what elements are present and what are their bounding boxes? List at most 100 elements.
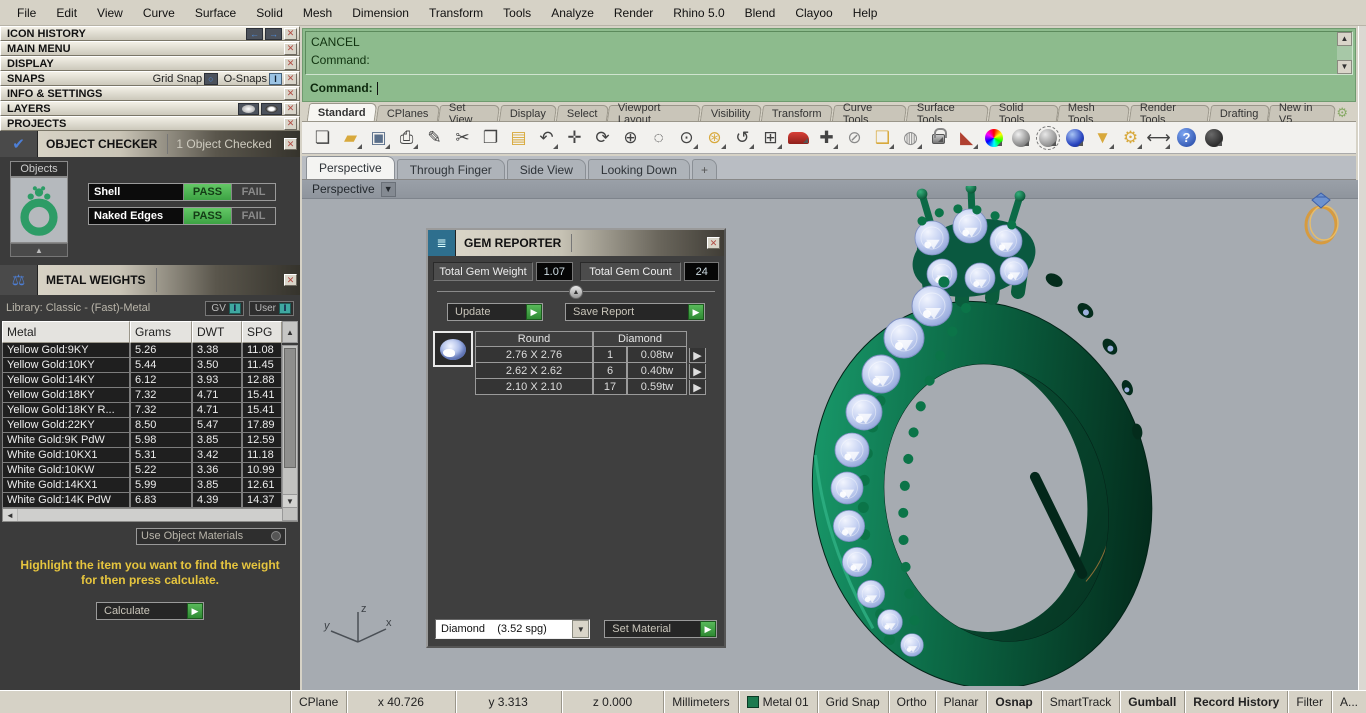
osnap-toggle[interactable]: Osnap	[986, 691, 1040, 713]
viewport-tab-looking-down[interactable]: Looking Down	[587, 159, 690, 179]
menu-transform[interactable]: Transform	[420, 3, 492, 23]
circle-tool-icon[interactable]: ⊘	[842, 125, 867, 150]
scroll-up-icon[interactable]: ▲	[282, 321, 298, 343]
panel-icon-history[interactable]: ICON HISTORY ← → ✕	[0, 26, 300, 41]
toolbar-tab-curve-tools[interactable]: Curve Tools	[831, 102, 907, 126]
menu-tools[interactable]: Tools	[494, 3, 540, 23]
perspective-viewport[interactable]: Perspective ▼ z x y ≣ GEM REPORTER ✕ Tot…	[302, 180, 1358, 690]
toolbar-tab-surface-tools[interactable]: Surface Tools	[905, 102, 989, 126]
scrollbar-thumb[interactable]	[284, 348, 296, 468]
menu-analyze[interactable]: Analyze	[542, 3, 603, 23]
toolbar-tab-new-in-v5[interactable]: New in V5	[1268, 102, 1337, 126]
cut-icon[interactable]: ✂	[450, 125, 475, 150]
table-row[interactable]: Yellow Gold:18KY R... 7.32 4.71 15.41	[2, 403, 298, 418]
close-icon[interactable]: ✕	[284, 102, 297, 115]
object-checker-header[interactable]: ✔ OBJECT CHECKER 1 Object Checked ✕	[0, 131, 300, 157]
command-prompt[interactable]: Command:	[305, 78, 1353, 98]
scroll-up-icon[interactable]: ▲	[1337, 32, 1352, 46]
help-icon[interactable]: ?	[1177, 128, 1196, 147]
copy-icon[interactable]: ❐	[478, 125, 503, 150]
scroll-left-icon[interactable]: ◄	[3, 509, 17, 521]
new-file-icon[interactable]: ❏	[310, 125, 335, 150]
command-scrollbar[interactable]: ▲ ▼	[1337, 32, 1352, 74]
collapse-arrow-icon[interactable]: ▲	[569, 285, 583, 299]
toolbar-tab-viewport-layout[interactable]: Viewport Layout	[607, 102, 702, 126]
toolbar-tab-solid-tools[interactable]: Solid Tools	[987, 102, 1059, 126]
toolbar-tab-mesh-tools[interactable]: Mesh Tools	[1056, 102, 1130, 126]
toolbar-tab-transform[interactable]: Transform	[760, 105, 833, 121]
open-file-icon[interactable]: ▰	[338, 125, 363, 150]
viewport-menu-arrow-icon[interactable]: ▼	[380, 181, 396, 197]
dimension-icon[interactable]: ⟷	[1146, 125, 1171, 150]
print-icon[interactable]: ⎙	[394, 125, 419, 150]
gem-row[interactable]: 2.62 X 2.62 6 0.40tw ▶	[475, 363, 719, 379]
render-car-icon[interactable]	[788, 131, 809, 144]
lock-icon[interactable]	[932, 128, 947, 144]
zoom-in-icon[interactable]: ⊕	[618, 125, 643, 150]
shaded-sphere-icon[interactable]	[1012, 128, 1030, 147]
use-object-materials-button[interactable]: Use Object Materials	[136, 527, 286, 545]
table-row[interactable]: White Gold:14K PdW 6.83 4.39 14.37	[2, 493, 298, 508]
render-sphere-icon[interactable]	[1205, 128, 1223, 147]
save-icon[interactable]: ▣	[366, 125, 391, 150]
grid-snap-toggle[interactable]: Grid Snap	[816, 691, 888, 713]
ortho-toggle[interactable]: Ortho	[887, 691, 935, 713]
gem-row[interactable]: 2.10 X 2.10 17 0.59tw ▶	[475, 379, 719, 395]
cplane-button[interactable]: CPlane	[289, 691, 346, 713]
toolbar-tab-visibility[interactable]: Visibility	[700, 105, 763, 121]
availability-button[interactable]: A...	[1330, 691, 1366, 713]
table-row[interactable]: Yellow Gold:14KY 6.12 3.93 12.88	[2, 373, 298, 388]
select-gems-arrow-icon[interactable]: ▶	[689, 380, 706, 395]
calculate-button[interactable]: Calculate ▶	[96, 602, 204, 620]
close-icon[interactable]: ✕	[284, 72, 297, 85]
toolbar-tab-display[interactable]: Display	[498, 105, 558, 121]
scroll-down-icon[interactable]: ▼	[1337, 60, 1352, 74]
close-icon[interactable]: ✕	[284, 42, 297, 55]
menu-help[interactable]: Help	[844, 3, 887, 23]
history-back-icon[interactable]: ←	[246, 27, 263, 40]
close-icon[interactable]: ✕	[284, 57, 297, 70]
horizontal-scrollbar[interactable]: ◄ ►	[2, 508, 298, 522]
properties-icon[interactable]: ✎	[422, 125, 447, 150]
window-right-scrollbar[interactable]	[1358, 26, 1366, 690]
close-icon[interactable]: ✕	[284, 138, 297, 150]
objects-tab[interactable]: Objects	[10, 161, 68, 177]
units-label[interactable]: Millimeters	[663, 691, 737, 713]
menu-edit[interactable]: Edit	[47, 3, 86, 23]
gem-row[interactable]: 2.76 X 2.76 1 0.08tw ▶	[475, 347, 719, 363]
lightbulb-icon[interactable]: ◍	[898, 125, 923, 150]
zoom-window-icon[interactable]: ◌	[646, 125, 671, 150]
scrollbar-track[interactable]	[18, 509, 282, 521]
gem-reporter-titlebar[interactable]: ≣ GEM REPORTER ✕	[428, 230, 724, 256]
settings-gears-icon[interactable]: ⚙	[1118, 125, 1143, 150]
add-viewport-tab-icon[interactable]: +	[691, 159, 717, 179]
update-button[interactable]: Update ▶	[447, 303, 543, 321]
smarttrack-toggle[interactable]: SmartTrack	[1040, 691, 1120, 713]
control-points-icon[interactable]: ❑	[870, 125, 895, 150]
rendered-sphere-icon[interactable]	[1066, 128, 1084, 147]
panel-main-menu[interactable]: MAIN MENU ✕	[0, 41, 300, 56]
color-wheel-icon[interactable]	[985, 128, 1003, 147]
gumball-toggle[interactable]: Gumball	[1119, 691, 1184, 713]
close-icon[interactable]: ✕	[284, 87, 297, 100]
panel-projects[interactable]: PROJECTS ✕	[0, 116, 300, 131]
table-row[interactable]: Yellow Gold:22KY 8.50 5.47 17.89	[2, 418, 298, 433]
viewport-tab-side-view[interactable]: Side View	[506, 159, 586, 179]
menu-rhino50[interactable]: Rhino 5.0	[664, 3, 733, 23]
menu-dimension[interactable]: Dimension	[343, 3, 418, 23]
table-row[interactable]: Yellow Gold:9KY 5.26 3.38 11.08	[2, 343, 298, 358]
close-icon[interactable]: ✕	[284, 117, 297, 130]
toolbar-tab-standard[interactable]: Standard	[306, 103, 377, 121]
menu-render[interactable]: Render	[605, 3, 662, 23]
viewport-tab-through-finger[interactable]: Through Finger	[396, 159, 505, 179]
table-row[interactable]: White Gold:14KX1 5.99 3.85 12.61	[2, 478, 298, 493]
zoom-selected-icon[interactable]: ⊛	[702, 125, 727, 150]
select-gems-arrow-icon[interactable]: ▶	[689, 364, 706, 379]
record-history-toggle[interactable]: Record History	[1184, 691, 1287, 713]
table-row[interactable]: Yellow Gold:10KY 5.44 3.50 11.45	[2, 358, 298, 373]
layer-off-eye-icon[interactable]	[238, 102, 259, 115]
viewport-layout-icon[interactable]: ⊞	[758, 125, 783, 150]
panel-info-settings[interactable]: INFO & SETTINGS ✕	[0, 86, 300, 101]
close-icon[interactable]: ✕	[284, 27, 297, 40]
layers-icon[interactable]: ◣	[954, 125, 979, 150]
